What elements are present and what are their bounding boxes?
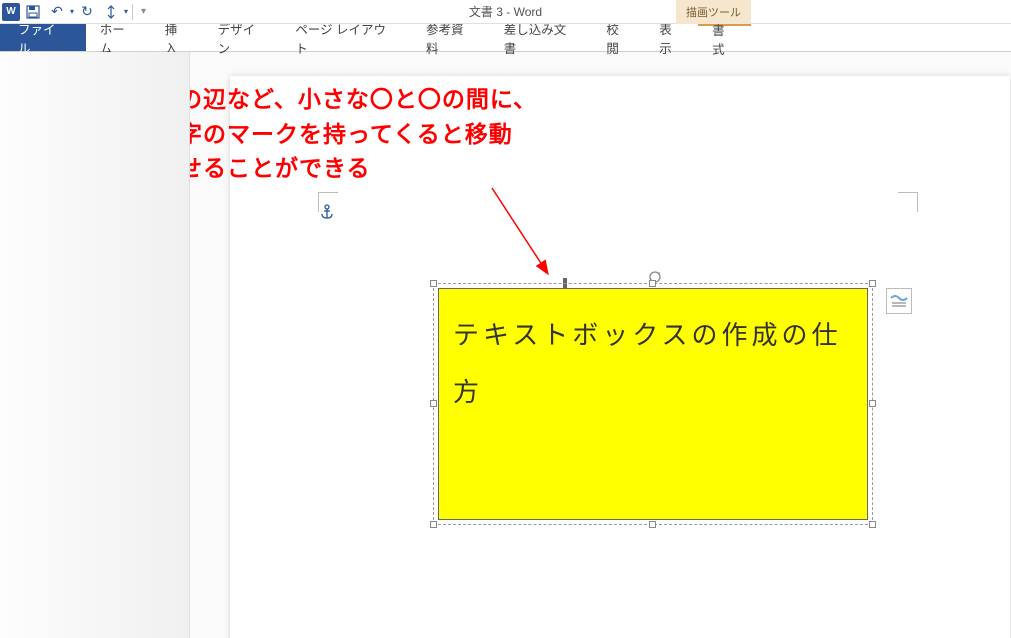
resize-handle-top-left[interactable] [430, 280, 437, 287]
textbox[interactable]: テキストボックスの作成の仕方 [438, 288, 868, 520]
anchor-icon [320, 204, 334, 223]
resize-handle-bottom-middle[interactable] [649, 521, 656, 528]
tab-mailings[interactable]: 差し込み文書 [490, 24, 593, 51]
textbox-wrapper: テキストボックスの作成の仕方 [438, 288, 868, 520]
tab-format[interactable]: 書式 [698, 24, 751, 51]
margin-corner-top-right [898, 192, 918, 212]
qat-separator [132, 4, 133, 20]
ribbon-tabs: ファイル ホーム 挿入 デザイン ページ レイアウト 参考資料 差し込み文書 校… [0, 24, 1011, 52]
redo-button[interactable]: ↻ [76, 1, 98, 23]
page-container: この辺など、小さな〇と〇の間に、 十字のマークを持ってくると移動 させることがで… [190, 52, 1011, 638]
tab-review[interactable]: 校閲 [592, 24, 645, 51]
quick-access-toolbar: W ↶ ▾ ↻ ▾ ▾ [0, 1, 150, 23]
tab-page-layout[interactable]: ページ レイアウト [281, 24, 412, 51]
resize-handle-bottom-left[interactable] [430, 521, 437, 528]
resize-handle-middle-left[interactable] [430, 400, 437, 407]
save-button[interactable] [22, 1, 44, 23]
document-area: この辺など、小さな〇と〇の間に、 十字のマークを持ってくると移動 させることがで… [0, 52, 1011, 638]
tab-view[interactable]: 表示 [645, 24, 698, 51]
annotation-line-2: 十字のマークを持ってくると移動 [190, 121, 513, 147]
annotation-line-3: させることができる [190, 155, 371, 181]
resize-handle-top-right[interactable] [869, 280, 876, 287]
tab-home[interactable]: ホーム [86, 24, 151, 51]
resize-handle-top-middle[interactable] [649, 280, 656, 287]
resize-handle-bottom-right[interactable] [869, 521, 876, 528]
document-page[interactable]: この辺など、小さな〇と〇の間に、 十字のマークを持ってくると移動 させることがで… [230, 76, 1010, 638]
left-panel [0, 52, 190, 638]
word-app-icon[interactable]: W [2, 3, 20, 21]
annotation-text: この辺など、小さな〇と〇の間に、 十字のマークを持ってくると移動 させることがで… [190, 82, 537, 186]
tab-insert[interactable]: 挿入 [151, 24, 204, 51]
tab-file[interactable]: ファイル [0, 24, 86, 51]
tab-references[interactable]: 参考資料 [412, 24, 490, 51]
titlebar: W ↶ ▾ ↻ ▾ ▾ 文書 3 - Word 描画ツール [0, 0, 1011, 24]
resize-handle-middle-right[interactable] [869, 400, 876, 407]
qat-customize-dropdown[interactable]: ▾ [137, 6, 150, 17]
undo-button[interactable]: ↶ [46, 1, 68, 23]
tab-design[interactable]: デザイン [204, 24, 282, 51]
document-title: 文書 3 - Word [469, 3, 542, 20]
touch-mode-button[interactable] [100, 1, 122, 23]
layout-options-button[interactable] [886, 288, 912, 314]
contextual-tab-group-drawing-tools: 描画ツール [676, 0, 751, 24]
annotation-line-1: この辺など、小さな〇と〇の間に、 [190, 86, 537, 112]
